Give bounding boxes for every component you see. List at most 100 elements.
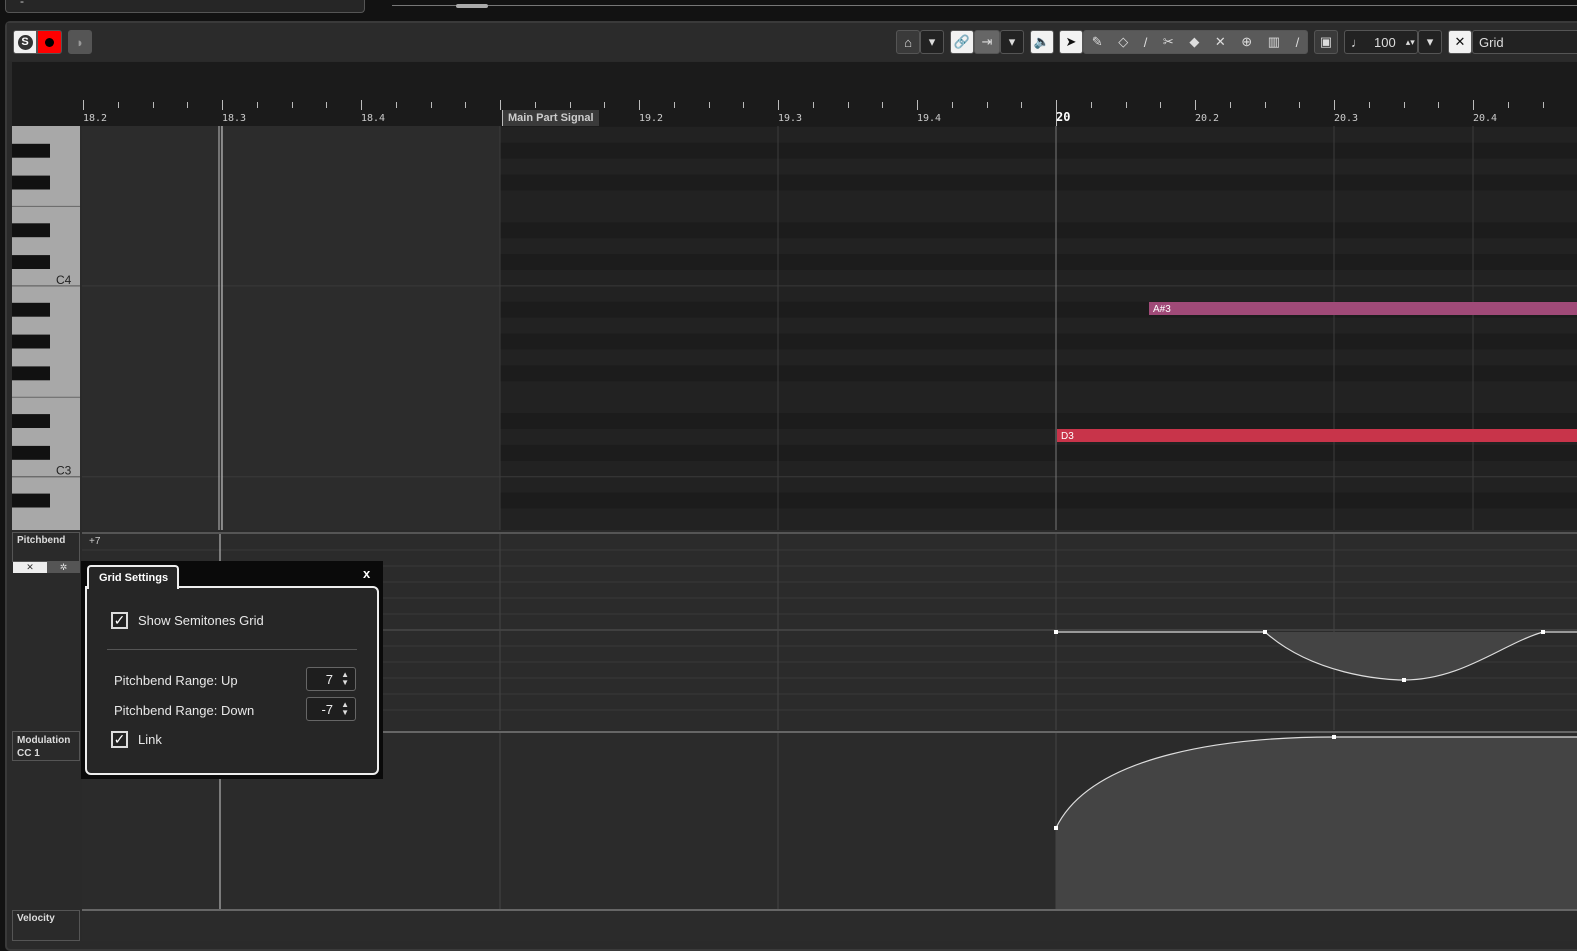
part-name-label: Main Part Signal xyxy=(502,110,599,126)
velocity-label: Velocity xyxy=(17,913,55,924)
ruler-tick xyxy=(1542,102,1544,108)
snap-button[interactable]: ⇥ xyxy=(974,30,1000,54)
piano-keyboard[interactable]: C4 C3 xyxy=(12,126,80,530)
black-key xyxy=(12,414,50,428)
note-grid[interactable]: A#3 D3 xyxy=(82,126,1577,530)
ruler-tick xyxy=(222,100,223,110)
chevron-down-icon: ▾ xyxy=(1426,34,1434,49)
auto-scroll-icon: ⌂ xyxy=(904,34,912,50)
ruler-tick xyxy=(882,102,884,108)
black-key xyxy=(12,445,50,460)
ruler-label: 20.3 xyxy=(1334,113,1359,124)
pencil-line-icon[interactable]: / xyxy=(1296,35,1300,50)
velocity-lane[interactable] xyxy=(82,909,1577,941)
ruler-tick xyxy=(986,102,988,108)
dialog-close-button[interactable]: x xyxy=(363,566,370,581)
black-key xyxy=(12,302,50,317)
ruler-tick xyxy=(1334,100,1335,110)
speaker-icon: 🔈 xyxy=(1033,34,1051,49)
solo-button[interactable]: S xyxy=(13,30,37,54)
dialog-title-tab: Grid Settings xyxy=(87,565,179,589)
modulation-fill xyxy=(1056,737,1577,909)
ruler-label: 20.2 xyxy=(1195,113,1220,124)
glue-icon[interactable]: ◆ xyxy=(1189,34,1199,50)
ruler-label: 18.3 xyxy=(222,113,247,124)
pitchbend-label: Pitchbend xyxy=(17,535,66,546)
stepper-arrows-icon[interactable]: ▲ ▼ xyxy=(341,701,349,717)
draw-icon[interactable]: ✎ xyxy=(1092,34,1103,50)
velocity-menu[interactable]: ▾ xyxy=(1418,30,1442,54)
snap-type-button[interactable]: ✕ xyxy=(1448,30,1472,54)
gear-icon: ✲ xyxy=(59,562,68,572)
line-icon[interactable]: ▥ xyxy=(1268,34,1280,50)
pitchbend-lane-header[interactable]: Pitchbend xyxy=(12,532,80,562)
top-field[interactable]: - xyxy=(5,0,365,13)
zoom-slider-track[interactable] xyxy=(392,5,1577,6)
insert-velocity-field[interactable]: ♩ 100 ▴▾ xyxy=(1344,30,1418,54)
ruler-tick xyxy=(1090,102,1092,108)
range-down-label: Pitchbend Range: Down xyxy=(114,703,255,718)
ruler-label: 20.4 xyxy=(1473,113,1498,124)
velocity-lane-header[interactable]: Velocity xyxy=(12,910,80,941)
ruler-tick xyxy=(534,102,536,108)
velocity-value: 100 xyxy=(1374,34,1396,50)
auto-scroll-menu[interactable]: ▾ xyxy=(920,30,944,54)
ruler-tick xyxy=(1195,100,1196,110)
range-up-stepper[interactable]: 7 ▲ ▼ xyxy=(306,667,356,691)
modulation-point xyxy=(1054,826,1058,830)
black-key-row xyxy=(500,333,1577,350)
midi-note xyxy=(1149,302,1577,315)
lane-settings-button[interactable]: ✲ xyxy=(47,562,80,573)
erase-icon[interactable]: ◇ xyxy=(1118,34,1128,50)
ruler-tick xyxy=(256,102,258,108)
black-key xyxy=(12,175,50,190)
black-key-row xyxy=(500,174,1577,191)
monitor-button[interactable]: ◗ xyxy=(68,30,92,54)
ruler-label: 19.4 xyxy=(917,113,942,124)
link-icon: 🔗 xyxy=(953,34,971,49)
note-label: D3 xyxy=(1061,431,1074,442)
tool-group: ✎ ◇ / ✂ ◆ ✕ ⊕ ▥ / xyxy=(1083,30,1308,54)
link-checkbox[interactable]: ✓ xyxy=(111,731,128,748)
split-icon[interactable]: ✂ xyxy=(1163,34,1174,50)
ruler-tick xyxy=(1403,102,1405,108)
ruler-tick xyxy=(673,102,675,108)
snap-type-select[interactable]: Grid xyxy=(1472,30,1577,54)
ruler-tick xyxy=(187,102,189,108)
ruler-tick xyxy=(708,102,710,108)
range-down-stepper[interactable]: -7 ▲ ▼ xyxy=(306,697,356,721)
range-up-label: Pitchbend Range: Up xyxy=(114,673,238,688)
range-up-value: 7 xyxy=(325,671,333,687)
zoom-icon[interactable]: ⊕ xyxy=(1241,34,1252,50)
snap-menu[interactable]: ▾ xyxy=(1000,30,1024,54)
black-key-row xyxy=(500,365,1577,382)
ruler-tick xyxy=(812,102,814,108)
auto-scroll-button[interactable]: ⌂ xyxy=(896,30,920,54)
ruler-tick xyxy=(847,102,849,108)
midi-note xyxy=(1057,429,1577,442)
object-selection-tool[interactable]: ➤ xyxy=(1059,30,1083,54)
zoom-slider-handle[interactable] xyxy=(456,4,488,8)
link-button[interactable]: 🔗 xyxy=(950,30,974,54)
ruler-tick xyxy=(1160,102,1162,108)
snap-type-icon: ✕ xyxy=(1454,34,1466,49)
range-down-value: -7 xyxy=(321,701,333,717)
stepper-arrows-icon[interactable]: ▲ ▼ xyxy=(341,671,349,687)
acoustic-feedback-button[interactable]: 🔈 xyxy=(1030,30,1054,54)
pitchbend-fill xyxy=(1265,632,1543,680)
ruler-tick xyxy=(291,102,293,108)
top-field-value: - xyxy=(20,0,24,8)
black-key-row xyxy=(500,444,1577,461)
out-of-part-region xyxy=(82,126,500,530)
modulation-point xyxy=(1332,735,1336,739)
trim-icon[interactable]: / xyxy=(1144,35,1148,50)
show-semitones-checkbox[interactable]: ✓ xyxy=(111,612,128,629)
grid-settings-button[interactable]: ✕ xyxy=(13,562,47,573)
ruler-tick xyxy=(1473,100,1474,110)
edit-in-place-button[interactable]: ▣ xyxy=(1314,30,1338,54)
modulation-lane-header[interactable]: Modulation CC 1 xyxy=(12,731,80,761)
ruler-tick xyxy=(1299,102,1301,108)
ruler-label: 18.2 xyxy=(83,113,108,124)
mute-icon[interactable]: ✕ xyxy=(1215,34,1226,50)
record-button[interactable] xyxy=(37,30,62,54)
